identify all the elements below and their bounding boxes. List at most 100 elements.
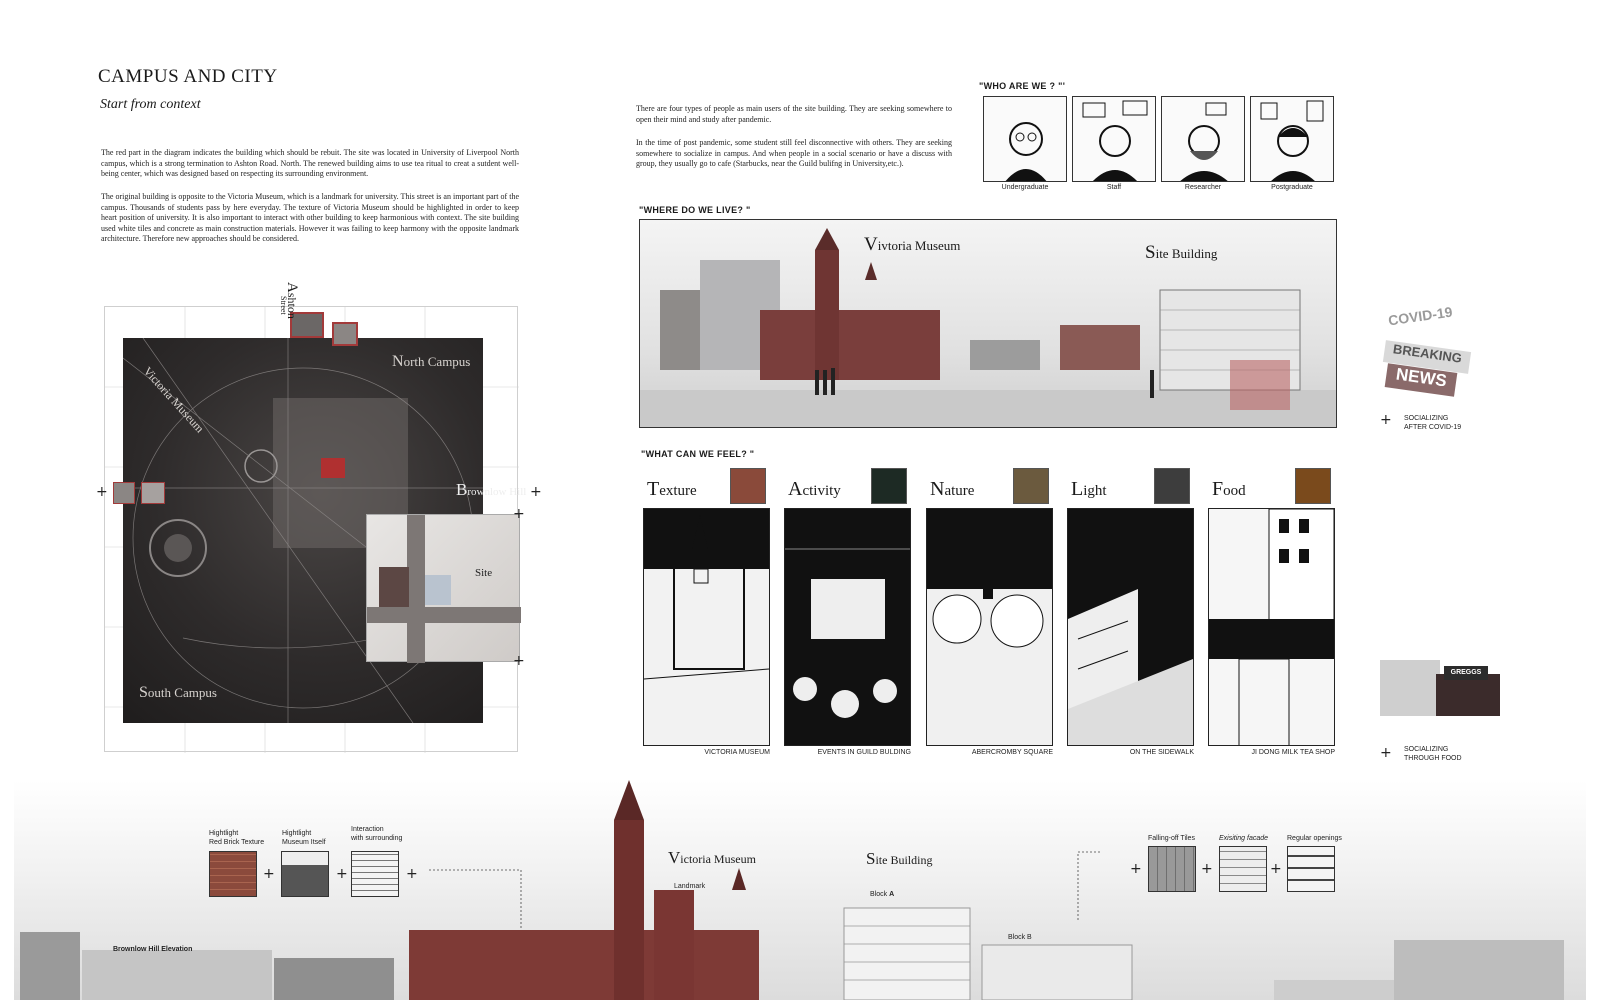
crowd-sketch-icon: [785, 548, 910, 718]
map-north-campus-label: North Campus: [392, 353, 471, 370]
covid-stamp: COVID-19: [1387, 303, 1454, 329]
map-marker: +: [530, 484, 542, 500]
light-sketch: [1067, 508, 1194, 746]
feel-panel-food: Food JI DONG MILK TEA SHOP: [1208, 466, 1335, 756]
facade-swatch: [1219, 846, 1267, 892]
street-collage-building: [1380, 660, 1440, 716]
food-marker: +: [1380, 745, 1392, 761]
surrounding-swatch: [351, 851, 399, 897]
greggs-shopfront: [1436, 674, 1500, 716]
covid-caption: SOCIALIZING AFTER COVID-19: [1404, 415, 1462, 431]
plus-icon: +: [263, 866, 275, 882]
map-brownlow-label: Brownlow Hill: [456, 480, 527, 499]
tiles-label: Falling-off Tiles: [1148, 835, 1195, 842]
tiles-swatch: [1148, 846, 1196, 892]
museum-silhouette-swatch: [281, 851, 329, 897]
texture-sketch: [643, 508, 770, 746]
highlight-museum-label: Hightlight Museum Itself: [282, 830, 326, 846]
plus-icon: +: [1201, 861, 1213, 877]
event-thumbnail: [871, 468, 907, 504]
red-brick-swatch: [209, 851, 257, 897]
postgraduate-portrait: [1250, 96, 1334, 182]
map-marker: +: [513, 653, 525, 669]
feel-heading: "WHAT CAN WE FEEL? ": [641, 449, 755, 459]
block-b-label: Block B: [1008, 934, 1032, 941]
feel-title: Texture: [647, 478, 697, 500]
museum-sketch-icon: [644, 509, 769, 680]
food-collage: GREGGS: [1380, 640, 1500, 720]
site-inset: Site: [366, 514, 521, 663]
site-inset-linework: [367, 515, 521, 663]
person-sketch-icon: [1180, 102, 1228, 181]
page-subtitle: Start from context: [100, 97, 201, 112]
person-sketch-icon: [1260, 100, 1324, 181]
brick-thumbnail: [730, 468, 766, 504]
nature-sketch: [926, 508, 1053, 746]
shop-sketch-icon: [1209, 509, 1334, 745]
facade-label: Exisiting facade: [1219, 835, 1269, 842]
users-paragraph-1: There are four types of people as main u…: [636, 104, 952, 124]
feel-caption: JI DONG MILK TEA SHOP: [1251, 749, 1335, 756]
undergraduate-portrait: [983, 96, 1067, 182]
victoria-museum-label: Vivtoria Museum: [864, 234, 961, 255]
street-photo-thumb: [332, 322, 358, 346]
square-thumbnail: [1013, 468, 1049, 504]
interaction-label: Interaction with surrounding: [351, 826, 403, 842]
feel-caption: EVENTS IN GUILD BULDING: [817, 749, 911, 756]
who-caption: Undergraduate: [1001, 184, 1049, 191]
street-panorama: Vivtoria Museum Site Building: [639, 219, 1337, 428]
who-caption: Staff: [1106, 184, 1122, 191]
block-a-label: Block A: [870, 891, 895, 898]
feel-panel-nature: Nature ABERCROMBY SQUARE: [926, 466, 1053, 756]
feel-title: Light: [1071, 478, 1107, 500]
person-sketch-icon: [1005, 122, 1047, 181]
plus-icon: +: [1130, 861, 1142, 877]
highlight-brick-label: Hightlight Red Brick Texture: [209, 830, 265, 846]
plus-icon: +: [406, 866, 418, 882]
elevation-site-label: Site Building: [866, 849, 933, 868]
elevation-victoria-label: Victoria Museum: [668, 848, 756, 867]
feel-panel-texture: Texture VICTORIA MUSEUM: [643, 466, 770, 756]
feel-panel-activity: Activity EVENTS IN GUILD BULDING: [784, 466, 911, 756]
feel-title: Nature: [930, 478, 975, 500]
site-label: Site: [475, 567, 493, 579]
tree-sketch-icon: [927, 559, 1052, 745]
plus-icon: +: [1270, 861, 1282, 877]
street-photo-thumb: [141, 482, 165, 504]
feel-caption: ABERCROMBY SQUARE: [971, 749, 1053, 756]
street-panorama-drawing: [640, 228, 1336, 427]
covid-news-collage: COVID-19 BREAKING NEWS: [1382, 304, 1474, 397]
food-sketch: [1208, 508, 1335, 746]
feel-caption: ON THE SIDEWALK: [1129, 749, 1194, 756]
map-south-campus-label: South Campus: [139, 684, 217, 701]
intro-paragraph-1: The red part in the diagram indicates th…: [101, 148, 519, 178]
who-caption: Researcher: [1184, 184, 1222, 191]
person-sketch-icon: [1082, 100, 1148, 181]
activity-sketch: [784, 508, 911, 746]
greggs-sign: GREGGS: [1444, 666, 1488, 680]
feel-title: Activity: [788, 478, 841, 500]
openings-label: Regular openings: [1287, 835, 1342, 842]
brownlow-elevation-label: Brownlow Hill Elevation: [113, 946, 193, 953]
researcher-portrait: [1161, 96, 1245, 182]
intro-paragraph-2: The original building is opposite to the…: [101, 192, 519, 243]
feel-panel-light: Light ON THE SIDEWALK: [1067, 466, 1194, 756]
feel-caption: VICTORIA MUSEUM: [704, 749, 770, 756]
plus-icon: +: [336, 866, 348, 882]
covid-marker: +: [1380, 412, 1392, 428]
landmark-label: Landmark: [674, 883, 706, 890]
street-photo-thumb: [113, 482, 135, 504]
food-caption: SOCIALIZING THROUGH FOOD: [1404, 746, 1462, 762]
who-heading: "WHO ARE WE ? "': [979, 81, 1066, 91]
map-marker: +: [513, 506, 525, 522]
building-sketch-icon: [1068, 589, 1193, 745]
page-title: CAMPUS AND CITY: [98, 66, 278, 87]
users-paragraph-2: In the time of post pandemic, some stude…: [636, 138, 952, 168]
where-heading: "WHERE DO WE LIVE? ": [639, 205, 751, 215]
feel-title: Food: [1212, 478, 1246, 500]
site-building-label: Site Building: [1145, 242, 1218, 263]
staff-portrait: [1072, 96, 1156, 182]
map-street-label: Street: [279, 296, 288, 315]
who-caption: Postgraduate: [1271, 184, 1313, 191]
tea-shop-logo-thumbnail: [1295, 468, 1331, 504]
